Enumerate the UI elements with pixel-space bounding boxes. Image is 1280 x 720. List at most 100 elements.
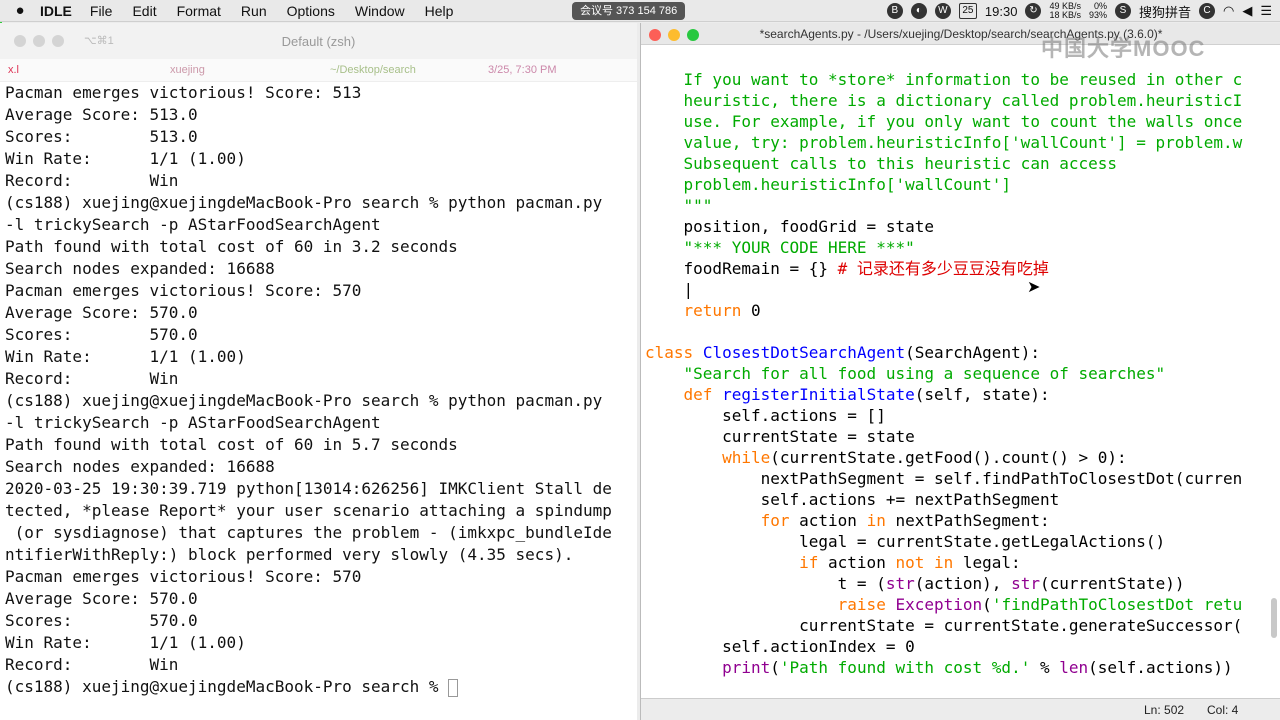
terminal-line: Record: Win [5,655,179,674]
terminal-line: Pacman emerges victorious! Score: 570 [5,567,362,586]
code-line: "*** YOUR CODE HERE ***" [683,238,915,257]
terminal-cursor [448,678,459,697]
terminal-line: Search nodes expanded: 16688 [5,457,275,476]
terminal-line: (cs188) xuejing@xuejingdeMacBook-Pro sea… [5,193,603,212]
code-line: heuristic, there is a dictionary called … [683,91,1243,110]
terminal-line: ntifierWithReply:) block performed very … [5,545,574,564]
app-name-menu[interactable]: IDLE [40,3,72,19]
code-line: print('Path found with cost %d.' % len(s… [722,658,1233,677]
code-line: problem.heuristicInfo['wallCount'] [683,175,1012,194]
terminal-line: Scores: 570.0 [5,611,198,630]
terminal-line: Pacman emerges victorious! Score: 513 [5,83,362,102]
status-area: B ◐ W 25 19:30 ↻ 49 KB/s 18 KB/s 0% 93% S … [886,0,1272,22]
code-line: foodRemain = {} # 记录还有多少豆豆没有吃掉 [645,259,1049,278]
terminal-line: Record: Win [5,369,179,388]
terminal-output[interactable]: Pacman emerges victorious! Score: 513 Ave… [0,82,637,720]
code-line: def registerInitialState(self, state): [683,385,1050,404]
terminal-line: Win Rate: 1/1 (1.00) [5,347,246,366]
meeting-id-badge[interactable]: 会议号 373 154 786 [572,2,686,20]
terminal-titlebar: ⌥⌘1 Default (zsh) [0,23,637,59]
wifi-icon[interactable]: ◠ [1223,3,1234,19]
code-line: return 0 [683,301,761,320]
code-line: if action not in legal: [799,553,1021,572]
cpu-2: 93% [1088,10,1107,20]
creative-cloud-icon[interactable]: C [1199,3,1215,19]
code-line: "Search for all food using a sequence of… [683,364,1166,383]
volume-icon[interactable]: ◀ [1242,3,1252,19]
code-line: """ [683,196,713,215]
code-area[interactable]: If you want to *store* information to be… [641,45,1280,695]
menu-edit[interactable]: Edit [132,3,156,19]
menu-format[interactable]: Format [177,3,221,19]
terminal-tab-time[interactable]: 3/25, 7:30 PM [488,64,557,76]
terminal-line: Search nodes expanded: 16688 [5,259,275,278]
scrollbar-thumb[interactable] [1271,598,1277,638]
code-line: for action in nextPathSegment: [760,511,1050,530]
code-line: t = (str(action), str(currentState)) [645,574,1185,593]
terminal-line: Average Score: 570.0 [5,303,198,322]
terminal-line: Scores: 513.0 [5,127,198,146]
editor-statusbar: Ln: 502 Col: 4 [641,698,1280,720]
terminal-lines: Pacman emerges victorious! Score: 513 Ave… [5,82,637,676]
input-method-label[interactable]: 搜狗拼音 [1139,2,1191,21]
code-line: currentState = currentState.generateSucc… [645,616,1243,635]
apple-icon[interactable]: ● [0,2,40,19]
terminal-line: Path found with total cost of 60 in 5.7 … [5,435,458,454]
cpu-usage: 0% 93% [1089,2,1107,20]
code-line: self.actions = [] [645,406,886,425]
code-line: position, foodGrid = state [645,217,934,236]
terminal-line: Average Score: 570.0 [5,589,198,608]
record-icon[interactable]: ◐ [910,3,927,19]
terminal-prompt: (cs188) xuejing@xuejingdeMacBook-Pro sea… [5,677,449,696]
terminal-title: Default (zsh) [281,34,356,49]
terminal-line: -l trickySearch -p AStarFoodSearchAgent [5,413,381,432]
menu-bar: ● IDLE File Edit Format Run Options Wind… [0,0,1280,22]
control-center-icon[interactable]: ☰ [1260,3,1272,19]
code-line: value, try: problem.heuristicInfo['wallC… [683,133,1243,152]
menu-help[interactable]: Help [425,3,454,19]
code-line: self.actions += nextPathSegment [645,490,1060,509]
terminal-line: Scores: 570.0 [5,325,198,344]
terminal-line: Win Rate: 1/1 (1.00) [5,633,246,652]
net-down: 18 KB/s [1049,10,1081,20]
mooc-watermark: 中国大学MOOC [1041,36,1206,61]
menu-run[interactable]: Run [241,3,267,19]
code-line: raise Exception('findPathToClosestDot re… [837,595,1243,614]
clock-time[interactable]: 19:30 [985,4,1018,19]
code-line: self.actionIndex = 0 [645,637,915,656]
terminal-line: Path found with total cost of 60 in 3.2 … [5,237,458,256]
terminal-line: -l trickySearch -p AStarFoodSearchAgent [5,215,381,234]
code-line-cursor: | [645,280,694,299]
bluetooth-icon[interactable]: B [886,3,903,19]
terminal-line: (or sysdiagnose) that captures the probl… [5,523,612,542]
menu-file[interactable]: File [90,3,113,19]
terminal-line: (cs188) xuejing@xuejingdeMacBook-Pro sea… [5,391,603,410]
terminal-tab-path[interactable]: ~/Desktop/search [330,64,416,76]
input-method-icon[interactable]: S [1114,3,1131,19]
wechat-icon[interactable]: W [934,3,951,19]
terminal-tab-user[interactable]: xuejing [170,64,205,76]
terminal-line: 2020-03-25 19:30:39.719 python[13014:626… [5,479,612,498]
calendar-icon[interactable]: 25 [958,3,977,19]
mouse-pointer-icon: ➤ [1027,279,1041,296]
code-line: nextPathSegment = self.findPathToClosest… [645,469,1243,488]
menu-options[interactable]: Options [287,3,335,19]
network-speed: 49 KB/s 18 KB/s [1049,2,1081,20]
terminal-tab-host[interactable]: x.l [8,64,19,76]
status-line: Ln: 502 [1144,703,1185,717]
sync-icon[interactable]: ↻ [1025,3,1042,19]
code-line: currentState = state [645,427,915,446]
terminal-prompt-line[interactable]: (cs188) xuejing@xuejingdeMacBook-Pro sea… [5,676,637,698]
code-line: legal = currentState.getLegalActions() [645,532,1166,551]
code-line: while(currentState.getFood().count() > 0… [722,448,1127,467]
terminal-line: Pacman emerges victorious! Score: 570 [5,281,362,300]
code-line: class ClosestDotSearchAgent(SearchAgent)… [645,343,1040,362]
code-line: Subsequent calls to this heuristic can a… [683,154,1118,173]
idle-editor-window: *searchAgents.py - /Users/xuejing/Deskto… [640,23,1280,720]
terminal-line: Average Score: 513.0 [5,105,198,124]
code-line: If you want to *store* information to be… [683,70,1243,89]
menu-window[interactable]: Window [355,3,405,19]
status-col: Col: 4 [1207,703,1239,717]
terminal-line: Win Rate: 1/1 (1.00) [5,149,246,168]
code-line: use. For example, if you only want to co… [683,112,1243,131]
